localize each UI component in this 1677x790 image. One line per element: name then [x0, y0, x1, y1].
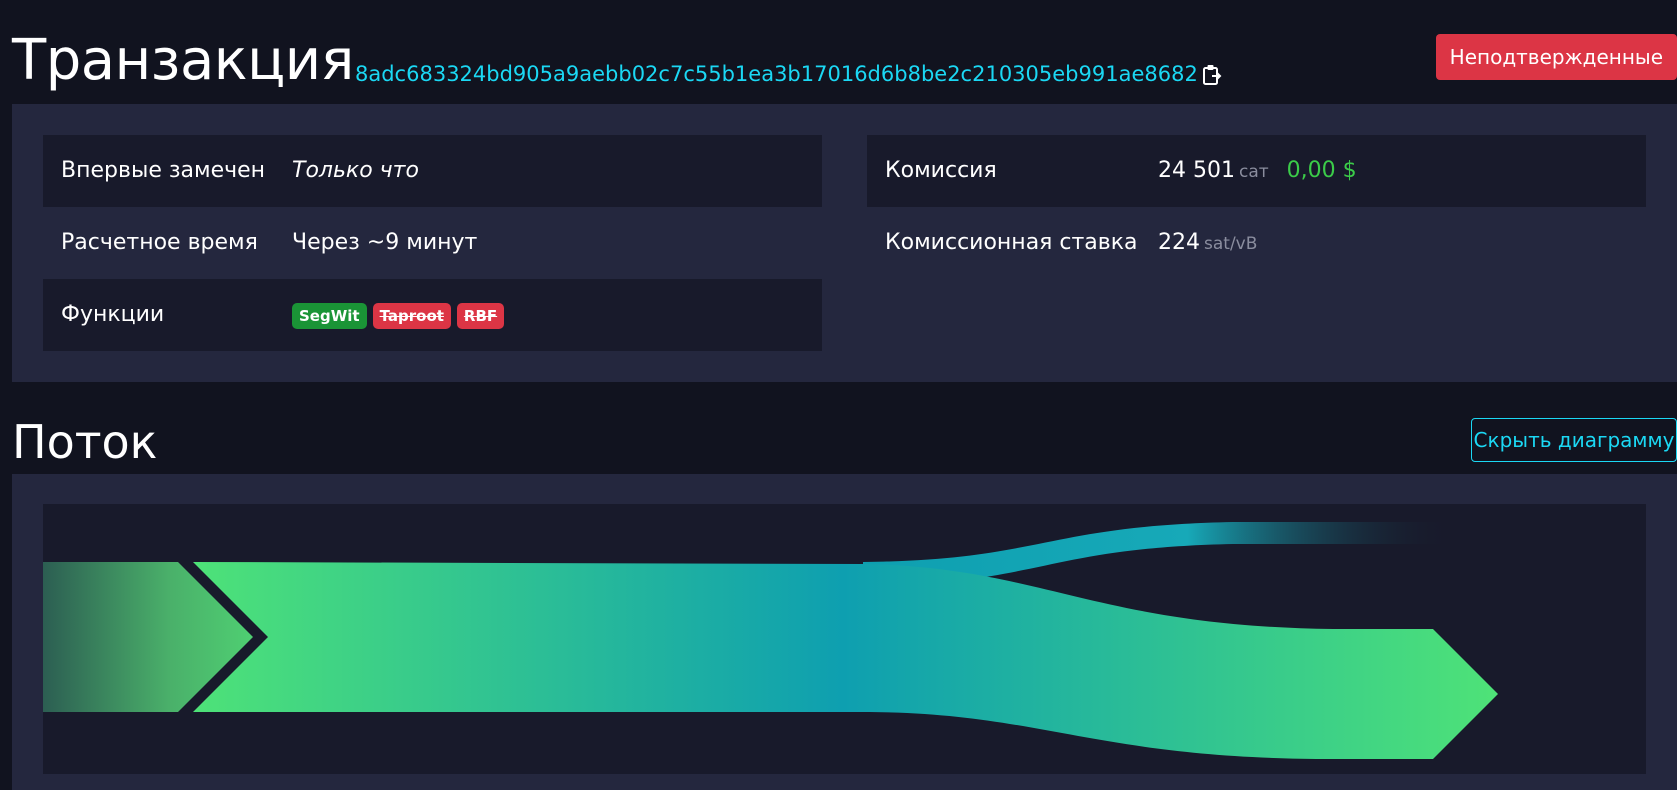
title-row: Транзакция 8adc683324bd905a9aebb02c7c55b…	[12, 22, 1677, 102]
eta-label: Расчетное время	[61, 230, 258, 255]
fee-usd: 0,00 $	[1286, 158, 1357, 183]
features-label: Функции	[61, 302, 165, 327]
eta-value: Через ~9 минут	[292, 230, 478, 255]
flow-panel	[12, 474, 1677, 790]
details-right-column: Комиссия 24 501 сат 0,00 $ Комиссионная ст…	[867, 135, 1646, 279]
flow-diagram	[43, 504, 1646, 774]
first-seen-row: Впервые замечен Только что	[43, 135, 822, 207]
feature-tag-taproot: Taproot	[372, 303, 451, 329]
flow-title: Поток	[12, 415, 158, 469]
eta-row: Расчетное время Через ~9 минут	[43, 207, 822, 279]
fee-unit: сат	[1238, 162, 1269, 182]
fee-value: 24 501	[1158, 158, 1235, 183]
first-seen-value: Только что	[292, 158, 419, 183]
fee-rate-label: Комиссионная ставка	[885, 230, 1138, 255]
feature-tags: SegWit Taproot RBF	[292, 303, 505, 329]
first-seen-label: Впервые замечен	[61, 158, 266, 183]
fee-rate-value: 224	[1158, 230, 1200, 255]
status-badge: Неподтвержденные	[1435, 34, 1677, 80]
feature-tag-rbf: RBF	[456, 303, 505, 329]
features-row: Функции SegWit Taproot RBF	[43, 279, 822, 351]
fee-row: Комиссия 24 501 сат 0,00 $	[867, 135, 1646, 207]
fee-label: Комиссия	[885, 158, 997, 183]
flow-output-main[interactable]	[193, 562, 1498, 759]
fee-rate-row: Комиссионная ставка 224 sat/vB	[867, 207, 1646, 279]
transaction-details: Впервые замечен Только что Расчетное вре…	[12, 104, 1677, 382]
fee-value-group: 24 501 сат 0,00 $	[1158, 135, 1357, 208]
page-title: Транзакция	[12, 28, 354, 93]
clipboard-icon[interactable]	[1201, 62, 1223, 88]
hide-diagram-button[interactable]: Скрыть диаграмму	[1471, 418, 1677, 462]
feature-tag-segwit: SegWit	[292, 303, 367, 329]
details-left-column: Впервые замечен Только что Расчетное вре…	[43, 135, 822, 351]
flow-diagram-svg	[43, 522, 1498, 759]
txid-link[interactable]: 8adc683324bd905a9aebb02c7c55b1ea3b17016d…	[355, 60, 1198, 88]
fee-rate-unit: sat/vB	[1204, 234, 1258, 254]
fee-rate-value-group: 224 sat/vB	[1158, 207, 1257, 280]
